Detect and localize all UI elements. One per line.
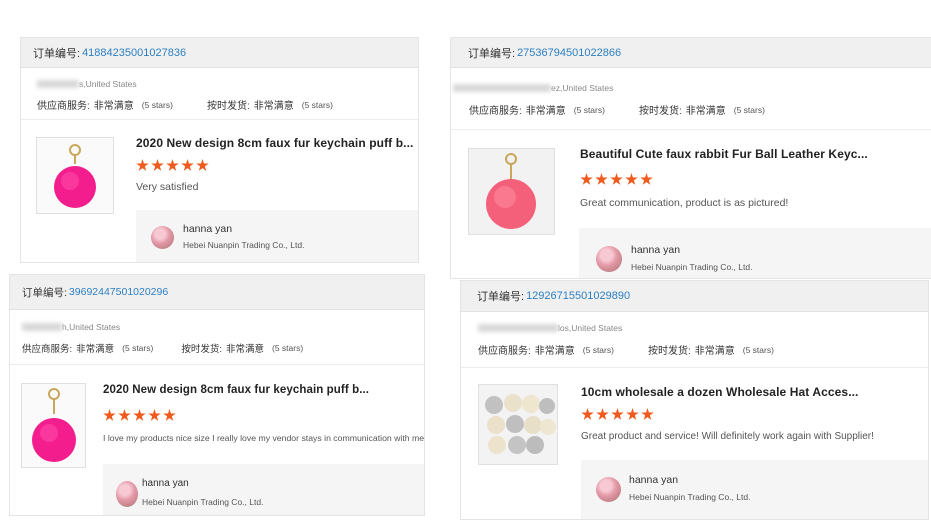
seller-name: hanna yan [629, 474, 679, 486]
product-title-link[interactable]: 2020 New design 8cm faux fur keychain pu… [103, 384, 369, 396]
seller-name: hanna yan [142, 478, 189, 489]
divider [461, 367, 928, 368]
seller-company: Hebei Nuanpin Trading Co., Ltd. [631, 262, 753, 272]
coral-fur-ball-keychain-image [486, 153, 536, 229]
star-icon [133, 409, 146, 421]
review-card: 订单编号: 12926715501029890 los,United State… [460, 280, 929, 520]
product-thumbnail[interactable] [468, 148, 555, 235]
order-header: 订单编号: 41884235001027836 [21, 38, 418, 68]
order-number-link[interactable]: 27536794501022866 [517, 47, 621, 59]
star-icon [148, 409, 161, 421]
seller-avatar [116, 481, 138, 507]
dozen-pompoms-image [485, 394, 556, 454]
seller-ratings: 供应商服务: 非常满意 (5 stars) 按时发货: 非常满意 (5 star… [478, 342, 774, 358]
star-icon [640, 173, 653, 185]
seller-avatar [596, 477, 621, 502]
star-icon [596, 408, 609, 420]
review-star-rating [103, 409, 176, 422]
review-card: 订单编号: 41884235001027836 s,United States … [20, 37, 419, 263]
divider [21, 119, 418, 120]
order-number-label: 订单编号: [477, 291, 525, 303]
seller-name: hanna yan [183, 223, 233, 235]
seller-avatar [596, 246, 622, 272]
seller-company: Hebei Nuanpin Trading Co., Ltd. [629, 492, 751, 502]
review-comment: I love my products nice size I really lo… [103, 433, 425, 443]
seller-box: hanna yan Hebei Nuanpin Trading Co., Ltd… [581, 460, 928, 519]
product-thumbnail[interactable] [21, 383, 86, 468]
pink-pompom-keychain-image [54, 144, 96, 208]
product-title-link[interactable]: Beautiful Cute faux rabbit Fur Ball Leat… [580, 147, 868, 161]
star-icon [626, 408, 639, 420]
order-header: 订单编号: 12926715501029890 [461, 281, 928, 312]
product-title-link[interactable]: 10cm wholesale a dozen Wholesale Hat Acc… [581, 385, 859, 399]
product-thumbnail[interactable] [36, 137, 114, 214]
redacted-name [478, 324, 558, 332]
redacted-name [453, 84, 551, 92]
star-icon [610, 173, 623, 185]
redacted-name [22, 323, 62, 331]
order-number-label: 订单编号: [468, 47, 516, 60]
on-time-delivery-rating: 按时发货: 非常满意 (5 stars) [206, 99, 333, 113]
star-icon [136, 159, 149, 171]
order-header: 订单编号: 27536794501022866 [451, 38, 931, 68]
supplier-service-rating: 供应商服务: 非常满意 (5 stars) [22, 343, 154, 355]
star-icon [580, 173, 593, 185]
review-star-rating [580, 173, 653, 186]
seller-box: hanna yan Hebei Nuanpin Trading Co., Ltd… [579, 228, 931, 278]
review-card: 订单编号: 27536794501022866 ez,United States… [450, 37, 931, 279]
star-icon [611, 408, 624, 420]
buyer-location: h,United States [22, 322, 120, 332]
review-comment: Great product and service! Will definite… [581, 431, 874, 442]
order-header: 订单编号: 39692447501020296 [10, 275, 424, 310]
seller-ratings: 供应商服务: 非常满意 (5 stars) 按时发货: 非常满意 (5 star… [469, 102, 765, 118]
star-icon [595, 173, 608, 185]
star-icon [181, 159, 194, 171]
star-icon [641, 408, 654, 420]
supplier-service-rating: 供应商服务: 非常满意 (5 stars) [37, 99, 173, 113]
supplier-service-rating: 供应商服务: 非常满意 (5 stars) [478, 344, 614, 358]
star-icon [166, 159, 179, 171]
on-time-delivery-rating: 按时发货: 非常满意 (5 stars) [638, 104, 765, 118]
buyer-location: los,United States [478, 323, 622, 333]
redacted-name [37, 80, 79, 88]
review-comment: Very satisfied [136, 181, 199, 193]
product-title-link[interactable]: 2020 New design 8cm faux fur keychain pu… [136, 136, 413, 150]
review-star-rating [136, 159, 209, 172]
on-time-delivery-rating: 按时发货: 非常满意 (5 stars) [181, 343, 304, 355]
product-thumbnail[interactable] [478, 384, 558, 465]
seller-avatar [151, 226, 174, 249]
buyer-location: ez,United States [453, 83, 613, 93]
star-icon [151, 159, 164, 171]
star-icon [163, 409, 176, 421]
review-card: 订单编号: 39692447501020296 h,United States … [9, 274, 425, 516]
divider [10, 364, 424, 365]
order-number-link[interactable]: 41884235001027836 [82, 47, 186, 59]
seller-box: hanna yan Hebei Nuanpin Trading Co., Ltd… [103, 464, 424, 515]
star-icon [103, 409, 116, 421]
order-number-link[interactable]: 12926715501029890 [526, 290, 630, 302]
seller-ratings: 供应商服务: 非常满意 (5 stars) 按时发货: 非常满意 (5 star… [22, 341, 303, 355]
star-icon [196, 159, 209, 171]
divider [451, 129, 931, 130]
review-star-rating [581, 408, 654, 421]
seller-company: Hebei Nuanpin Trading Co., Ltd. [183, 240, 305, 250]
pink-pompom-keychain-image [32, 388, 76, 462]
seller-name: hanna yan [631, 244, 681, 256]
seller-ratings: 供应商服务: 非常满意 (5 stars) 按时发货: 非常满意 (5 star… [37, 97, 333, 113]
buyer-location: s,United States [37, 79, 137, 89]
order-number-label: 订单编号: [33, 47, 81, 60]
seller-box: hanna yan Hebei Nuanpin Trading Co., Ltd… [136, 210, 418, 262]
on-time-delivery-rating: 按时发货: 非常满意 (5 stars) [647, 344, 774, 358]
review-comment: Great communication, product is as pictu… [580, 197, 789, 209]
seller-company: Hebei Nuanpin Trading Co., Ltd. [142, 497, 264, 507]
star-icon [581, 408, 594, 420]
star-icon [625, 173, 638, 185]
supplier-service-rating: 供应商服务: 非常满意 (5 stars) [469, 104, 605, 118]
order-number-label: 订单编号: [22, 286, 67, 299]
star-icon [118, 409, 131, 421]
order-number-link[interactable]: 39692447501020296 [69, 286, 168, 298]
